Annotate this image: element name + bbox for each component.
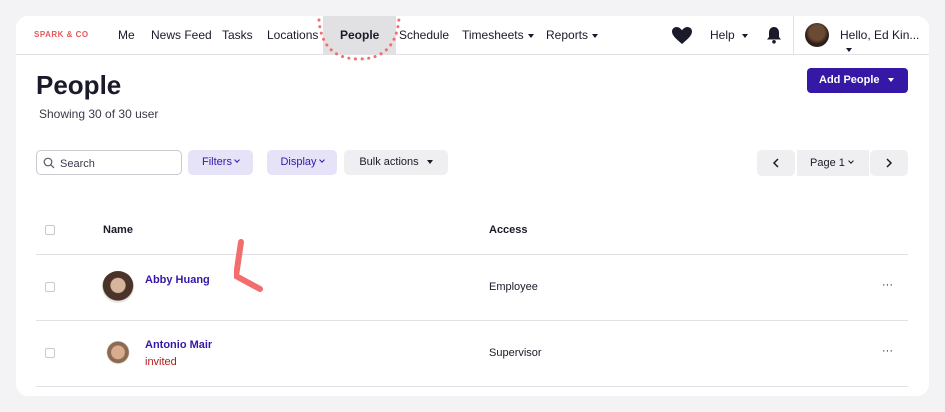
row-divider [36, 320, 908, 321]
chevron-left-icon [772, 158, 779, 168]
nav-item-schedule[interactable]: Schedule [399, 28, 449, 42]
user-greeting: Hello, Ed Kin... [840, 28, 920, 42]
nav-item-tasks[interactable]: Tasks [222, 28, 253, 42]
add-people-label: Add People [819, 74, 880, 86]
nav-item-timesheets-label: Timesheets [462, 28, 524, 42]
top-nav: SPARK & CO Me News Feed Tasks Locations … [16, 16, 929, 61]
page-label: Page 1 [810, 157, 845, 169]
annotation-arrow [234, 239, 263, 292]
caret-down-icon [592, 33, 599, 38]
nav-divider [793, 16, 794, 55]
help-menu[interactable]: Help [710, 28, 748, 42]
invited-status: invited [145, 356, 177, 368]
caret-down-icon [527, 33, 534, 38]
next-page-button[interactable] [870, 150, 908, 176]
page-select[interactable]: Page 1 [797, 150, 869, 176]
chevron-down-icon [234, 157, 240, 163]
brand-logo[interactable]: SPARK & CO [34, 30, 89, 39]
nav-item-timesheets[interactable]: Timesheets [462, 28, 534, 42]
chevron-down-icon [848, 158, 854, 164]
bell-icon[interactable] [766, 26, 782, 44]
access-level: Employee [489, 281, 538, 293]
caret-down-icon [887, 78, 894, 83]
select-all-checkbox[interactable] [45, 225, 55, 235]
heart-icon[interactable] [671, 26, 693, 46]
user-menu[interactable]: Hello, Ed Kin... [840, 28, 929, 56]
nav-item-reports[interactable]: Reports [546, 28, 599, 42]
row-checkbox[interactable] [45, 348, 55, 358]
user-avatar[interactable] [805, 23, 829, 47]
help-label: Help [710, 28, 735, 42]
nav-item-locations[interactable]: Locations [267, 28, 318, 42]
search-placeholder: Search [60, 158, 95, 170]
add-people-button[interactable]: Add People [807, 68, 908, 93]
user-name-link[interactable]: Antonio Mair [145, 339, 212, 351]
caret-down-icon [426, 160, 433, 165]
row-divider [36, 386, 908, 387]
caret-down-icon [846, 47, 852, 52]
annotation-dotted-circle [317, 16, 401, 61]
caret-down-icon [741, 33, 748, 38]
filters-label: Filters [202, 156, 232, 168]
previous-page-button[interactable] [757, 150, 795, 176]
avatar [102, 271, 134, 303]
people-page: SPARK & CO Me News Feed Tasks Locations … [16, 16, 929, 396]
row-divider [36, 254, 908, 255]
bulk-actions-label: Bulk actions [359, 156, 419, 168]
search-input[interactable]: Search [36, 150, 182, 175]
search-icon [43, 157, 55, 169]
nav-item-reports-label: Reports [546, 28, 589, 42]
nav-item-news-feed[interactable]: News Feed [151, 28, 212, 42]
row-menu-button[interactable]: ··· [882, 279, 893, 291]
row-menu-button[interactable]: ··· [882, 345, 893, 357]
display-button[interactable]: Display [267, 150, 337, 175]
nav-item-me[interactable]: Me [118, 28, 135, 42]
access-level: Supervisor [489, 347, 542, 359]
display-label: Display [280, 156, 317, 168]
row-checkbox[interactable] [45, 282, 55, 292]
chevron-down-icon [318, 157, 325, 163]
page-title: People [36, 70, 122, 100]
column-header-access[interactable]: Access [489, 224, 528, 236]
user-name-link[interactable]: Abby Huang [145, 274, 210, 286]
column-header-name[interactable]: Name [103, 224, 133, 236]
user-count: Showing 30 of 30 user [39, 107, 159, 121]
filters-button[interactable]: Filters [188, 150, 253, 175]
avatar [102, 337, 134, 369]
chevron-right-icon [886, 158, 893, 168]
bulk-actions-button[interactable]: Bulk actions [344, 150, 448, 175]
